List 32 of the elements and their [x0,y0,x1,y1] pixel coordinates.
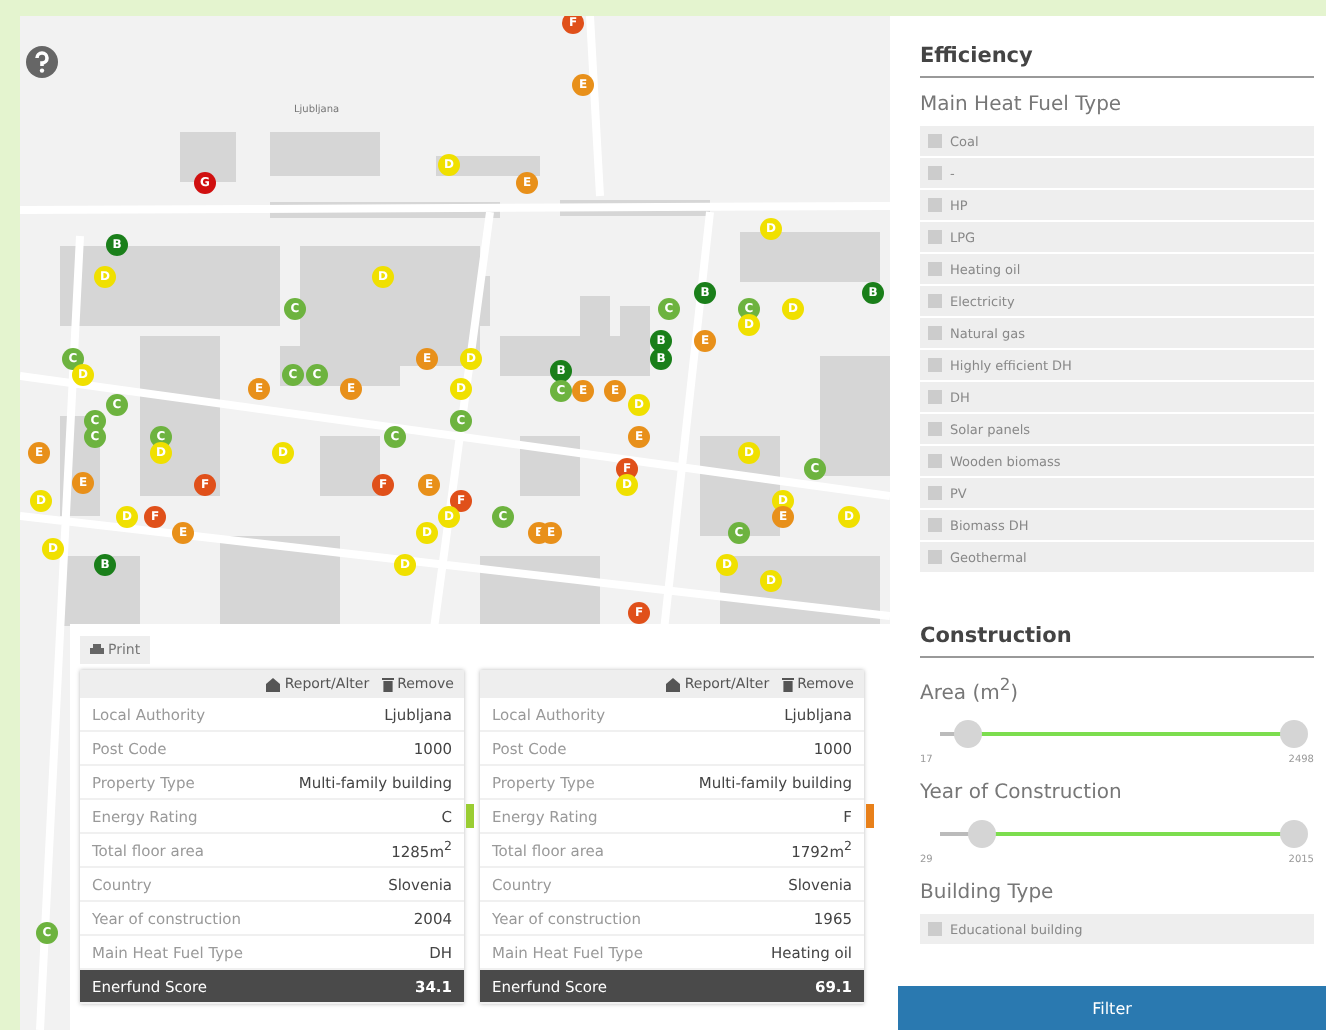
building-icon [666,677,681,691]
checkbox[interactable] [928,198,942,212]
checkbox[interactable] [928,486,942,500]
checkbox[interactable] [928,422,942,436]
checkbox[interactable] [928,390,942,404]
trash-icon [781,677,794,691]
trash-icon [381,677,394,691]
filter-title: Area (m$^{2}$) [920,674,1021,705]
checkbox[interactable] [928,922,942,937]
checkbox[interactable] [928,294,942,308]
checkbox[interactable] [928,262,942,276]
slider-handle[interactable] [1280,820,1308,849]
filter-button[interactable]: Filter [898,986,1326,1030]
filter-title: Building Type [920,882,1056,905]
filter-title: Main Heat Fuel Type [920,94,1124,116]
section-title: Efficiency [920,44,1314,78]
checkbox[interactable] [928,454,942,468]
printer-icon [90,644,104,656]
slider-handle[interactable] [968,820,997,849]
checkbox[interactable] [928,326,942,340]
help-icon[interactable] [26,46,58,78]
section-title: Construction [920,624,1314,658]
checkbox[interactable] [928,518,942,532]
filter-title: Year of Construction [920,782,1124,805]
checkbox[interactable] [928,134,942,148]
checkbox[interactable] [928,550,942,564]
building-icon [266,677,281,691]
slider-handle[interactable] [1280,720,1308,749]
checkbox[interactable] [928,166,942,180]
checkbox[interactable] [928,358,942,372]
slider-handle[interactable] [954,720,983,749]
checkbox[interactable] [928,230,942,244]
